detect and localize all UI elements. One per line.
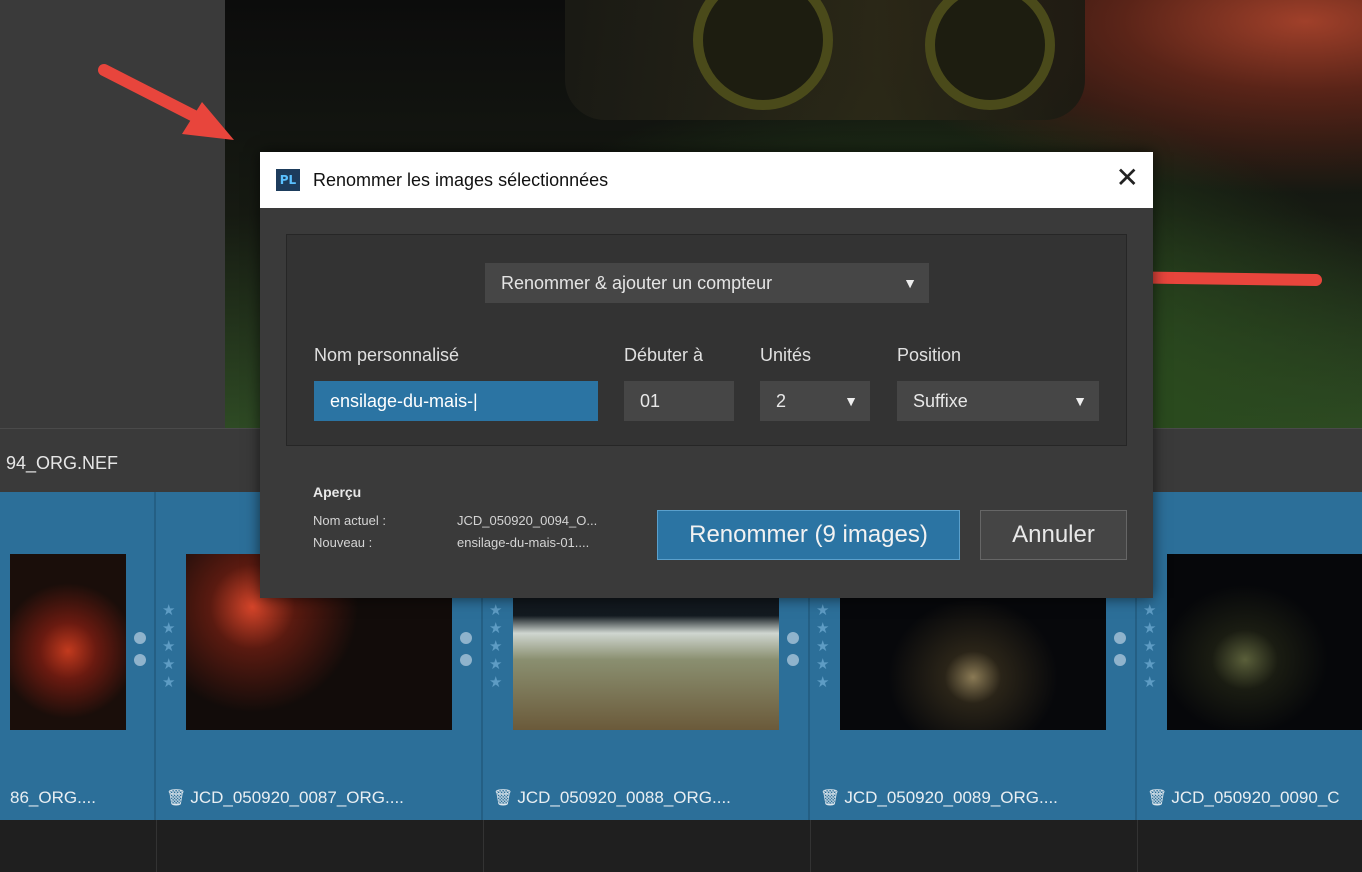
rename-options-panel: Renommer & ajouter un compteur ▼ Nom per… xyxy=(286,234,1127,446)
thumbnail-caption: 🗑 JCD_050920_0090_C xyxy=(1147,784,1340,820)
rename-button[interactable]: Renommer (9 images) xyxy=(657,510,960,560)
preview-title: Aperçu xyxy=(313,484,362,500)
chevron-down-icon: ▼ xyxy=(844,393,858,409)
start-at-input[interactable]: 01 xyxy=(624,381,734,421)
trash-icon[interactable]: 🗑 xyxy=(1147,785,1167,813)
cancel-button[interactable]: Annuler xyxy=(980,510,1127,560)
bottom-strip xyxy=(0,820,1362,872)
chevron-down-icon: ▼ xyxy=(903,275,917,291)
thumbnail[interactable]: ★ ★ ★ ★ ★ 🗑 JCD_050920_0090_C xyxy=(1137,492,1362,820)
current-filename: 94_ORG.NEF xyxy=(6,453,119,473)
position-dropdown[interactable]: Suffixe ▼ xyxy=(897,381,1099,421)
app-logo-icon: PL xyxy=(276,169,300,191)
thumbnail-dots xyxy=(1114,632,1126,676)
rating-stars[interactable]: ★ ★ ★ ★ ★ xyxy=(162,602,175,692)
trash-icon[interactable]: 🗑 xyxy=(820,785,840,813)
preview-new-label: Nouveau : xyxy=(313,535,373,550)
preview-new-value: ensilage-du-mais-01.... xyxy=(457,535,590,550)
dialog-titlebar[interactable]: PL Renommer les images sélectionnées ✕ xyxy=(260,152,1153,208)
annotation-arrow-diagonal xyxy=(98,64,234,140)
thumbnail-image xyxy=(10,554,126,730)
rename-mode-dropdown[interactable]: Renommer & ajouter un compteur ▼ xyxy=(485,263,929,303)
rating-stars[interactable]: ★ ★ ★ ★ ★ xyxy=(1143,602,1156,692)
trash-icon[interactable]: 🗑 xyxy=(493,785,513,813)
thumbnail-image xyxy=(1167,554,1362,730)
thumbnail-dots xyxy=(134,632,146,676)
thumbnail-caption: 🗑 JCD_050920_0089_ORG.... xyxy=(820,784,1058,820)
thumbnail-caption: 🗑 JCD_050920_0087_ORG.... xyxy=(166,784,404,820)
units-label: Unités xyxy=(760,345,812,365)
thumbnail-dots xyxy=(787,632,799,676)
custom-name-label: Nom personnalisé xyxy=(314,345,460,365)
preview-current-value: JCD_050920_0094_O... xyxy=(457,513,598,528)
thumbnail-caption: 86_ORG.... xyxy=(10,788,96,807)
preview-current-label: Nom actuel : xyxy=(313,513,386,528)
start-at-label: Débuter à xyxy=(624,345,704,365)
thumbnail-caption: 🗑 JCD_050920_0088_ORG.... xyxy=(493,784,731,820)
chevron-down-icon: ▼ xyxy=(1073,393,1087,409)
units-dropdown[interactable]: 2 ▼ xyxy=(760,381,870,421)
rename-dialog: PL Renommer les images sélectionnées ✕ R… xyxy=(260,152,1153,598)
rating-stars[interactable]: ★ ★ ★ ★ ★ xyxy=(489,602,502,692)
dialog-title: Renommer les images sélectionnées xyxy=(313,170,609,190)
rating-stars[interactable]: ★ ★ ★ ★ ★ xyxy=(816,602,829,692)
close-icon[interactable]: ✕ xyxy=(1116,162,1139,194)
trash-icon[interactable]: 🗑 xyxy=(166,785,186,813)
thumbnail-dots xyxy=(460,632,472,676)
rename-mode-value: Renommer & ajouter un compteur xyxy=(501,273,773,293)
thumbnail[interactable]: 86_ORG.... xyxy=(0,492,156,820)
position-label: Position xyxy=(897,345,962,365)
custom-name-input[interactable]: ensilage-du-mais-| xyxy=(314,381,598,421)
